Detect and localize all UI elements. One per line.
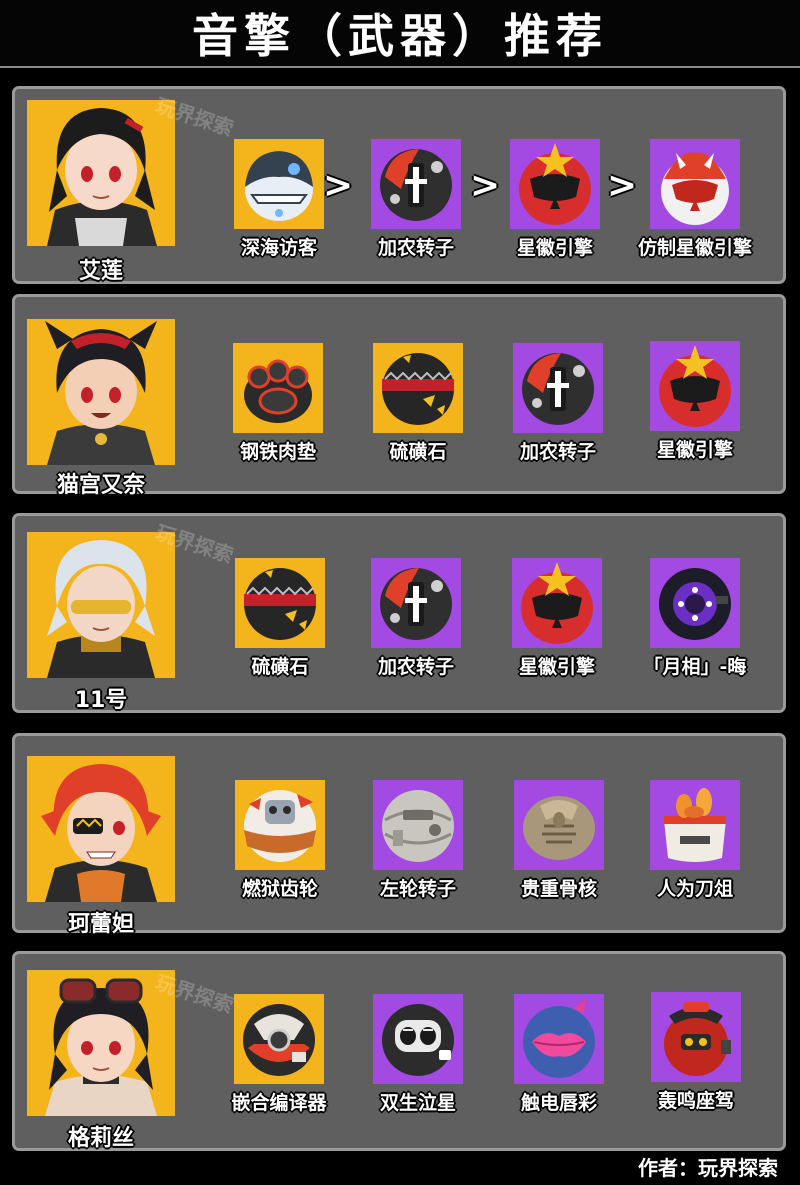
starlight-engine-icon <box>510 139 600 229</box>
character-name: 猫宫又奈 <box>56 473 145 498</box>
character-panel-nekomata: 猫宫又奈 钢铁肉垫 硫磺石 加农转子 星徽引擎 <box>12 294 786 498</box>
precious-fossilized-core-icon <box>514 780 604 870</box>
brimstone-icon <box>373 343 463 433</box>
weapon-label: 左轮转子 <box>379 878 456 900</box>
character-name: 珂蕾妲 <box>67 912 134 937</box>
weapon-label: 仿制星徽引擎 <box>637 237 752 259</box>
weapon-item: 左轮转子 <box>343 780 493 901</box>
weapon-item: 触电唇彩 <box>484 994 634 1115</box>
character-name: 艾莲 <box>78 259 123 284</box>
weapon-item: 星徽引擎 <box>482 558 632 679</box>
starlight-engine-icon <box>512 558 602 648</box>
character-panel-soldier-11: 11号 玩界探索 硫磺石 加农转子 星徽引擎 「月相」-晦 <box>12 513 786 713</box>
replica-starlight-engine-icon <box>650 139 740 229</box>
portrait-nekomata-icon <box>27 319 175 465</box>
portrait-koleda-icon <box>27 756 175 902</box>
weapon-item: 硫磺石 <box>205 558 355 679</box>
weapon-item: 人为刀俎 <box>620 780 770 901</box>
cannon-rotor-icon <box>371 139 461 229</box>
header-divider <box>0 66 800 68</box>
character-portrait <box>27 756 175 902</box>
character-panel-ellen: 艾莲 玩界探索 深海访客 > 加农转子 > 星徽引擎 > 仿制星徽引擎 <box>12 86 786 284</box>
cannon-rotor-icon <box>513 343 603 433</box>
hellfire-gears-icon <box>235 780 325 870</box>
character-portrait <box>27 532 175 678</box>
weapon-item: 加农转子 <box>341 139 491 260</box>
weapon-item: 加农转子 <box>483 343 633 464</box>
weapon-label: 星徽引擎 <box>518 656 595 678</box>
weapon-label: 燃狱齿轮 <box>241 878 318 900</box>
weapon-label: 硫磺石 <box>251 656 309 678</box>
weapon-label: 嵌合编译器 <box>231 1092 327 1114</box>
page-header: 音擎（武器）推荐 <box>0 0 800 66</box>
weapon-label: 加农转子 <box>519 441 596 463</box>
weapon-label: 星徽引擎 <box>516 237 593 259</box>
character-name: 11号 <box>74 688 128 713</box>
weapon-label: 加农转子 <box>377 237 454 259</box>
weapon-label: 轰鸣座驾 <box>657 1090 734 1112</box>
electro-lip-gloss-icon <box>514 994 604 1084</box>
character-panel-grace: 格莉丝 玩界探索 嵌合编译器 双生泣星 触电唇彩 轰鸣座驾 <box>12 951 786 1151</box>
weapon-label: 钢铁肉垫 <box>239 441 316 463</box>
weapon-item: 贵重骨核 <box>484 780 634 901</box>
roaring-ride-icon <box>651 992 741 1082</box>
weapon-item: 钢铁肉垫 <box>203 343 353 464</box>
weapon-label: 加农转子 <box>377 656 454 678</box>
author-credit: 作者：玩界探索 <box>638 1156 778 1180</box>
weapon-item: 「月相」-晦 <box>620 558 770 679</box>
steel-cushion-icon <box>233 343 323 433</box>
weapon-label: 触电唇彩 <box>520 1092 597 1114</box>
weapon-item: 加农转子 <box>341 558 491 679</box>
shark-drive-icon <box>234 139 324 229</box>
weapon-label: 星徽引擎 <box>656 439 733 461</box>
weapon-item: 星徽引擎 <box>620 341 770 462</box>
brimstone-icon <box>235 558 325 648</box>
weapon-item: 双生泣星 <box>343 994 493 1115</box>
character-name: 格莉丝 <box>67 1126 134 1151</box>
weapon-label: 贵重骨核 <box>520 878 597 900</box>
weapon-label: 硫磺石 <box>389 441 447 463</box>
weapon-label: 「月相」-晦 <box>643 656 747 678</box>
weapon-label: 双生泣星 <box>379 1092 456 1114</box>
portrait-soldier-11-icon <box>27 532 175 678</box>
weapon-label: 人为刀俎 <box>656 878 733 900</box>
six-shooter-icon <box>373 780 463 870</box>
page-title: 音擎（武器）推荐 <box>192 9 608 63</box>
cannon-rotor-icon <box>371 558 461 648</box>
demara-battery-icon <box>650 780 740 870</box>
weapon-item: 轰鸣座驾 <box>621 992 771 1113</box>
weapon-item: 硫磺石 <box>343 343 493 464</box>
lunar-noviluna-icon <box>650 558 740 648</box>
portrait-ellen-icon <box>27 100 175 246</box>
fusion-compiler-icon <box>234 994 324 1084</box>
weapon-item: 嵌合编译器 <box>204 994 354 1115</box>
weeping-gemini-icon <box>373 994 463 1084</box>
starlight-engine-icon <box>650 341 740 431</box>
weapon-item: 仿制星徽引擎 <box>620 139 770 260</box>
character-portrait <box>27 100 175 246</box>
weapon-item: 燃狱齿轮 <box>205 780 355 901</box>
character-panel-koleda: 珂蕾妲 燃狱齿轮 左轮转子 贵重骨核 人为刀俎 <box>12 733 786 937</box>
character-portrait <box>27 319 175 465</box>
weapon-label: 深海访客 <box>240 237 317 259</box>
